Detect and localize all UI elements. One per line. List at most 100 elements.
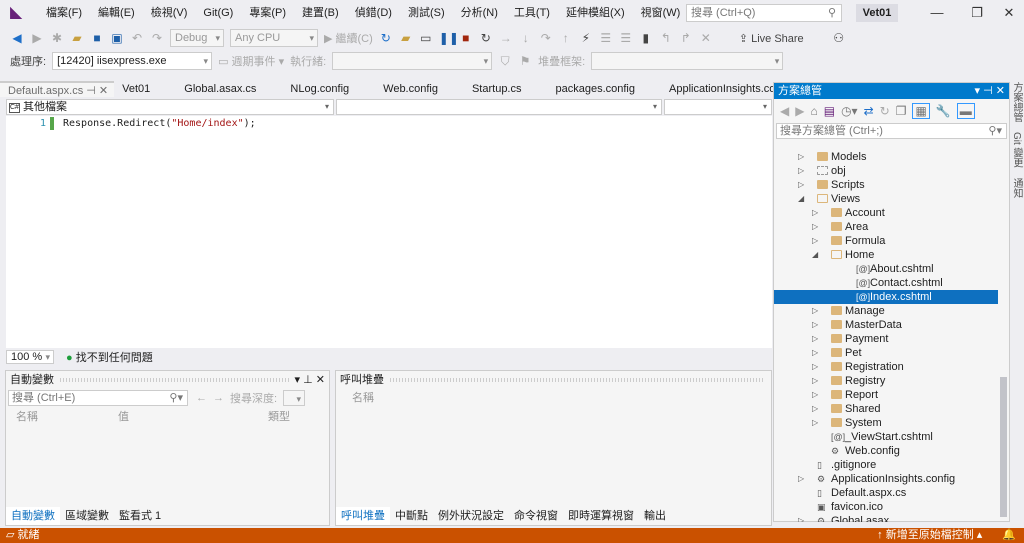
tree-item[interactable]: ▣ favicon.ico [774,500,998,514]
issues-status[interactable]: ● 找不到任何問題 [66,349,153,365]
tree-item[interactable]: ▷ System [774,416,998,430]
tree-item[interactable]: [@] Contact.cshtml [774,276,998,290]
expander-icon[interactable]: ▷ [798,164,804,178]
column-name[interactable]: 名稱 [336,389,771,407]
hot-reload-icon[interactable]: ⚡ [579,31,593,45]
show-next-statement-icon[interactable]: → [499,31,513,45]
close-window-button[interactable]: ✕ [994,3,1024,23]
feedback-icon[interactable]: ⚇ [832,31,846,45]
expander-icon[interactable]: ▷ [798,178,804,192]
type-select[interactable] [336,99,662,115]
close-icon[interactable]: ✕ [316,371,329,389]
expander-icon[interactable]: ▷ [812,374,818,388]
menu-item[interactable]: 視窗(W) [633,0,689,26]
refresh-icon[interactable]: ↻ [379,31,393,45]
panel-tab[interactable]: 區域變數 [60,507,114,525]
document-tab[interactable]: Web.config [375,81,464,97]
menu-item[interactable]: 工具(T) [506,0,558,26]
column-value[interactable]: 值 [118,408,129,426]
document-tab[interactable]: Startup.cs [464,81,548,97]
document-tab[interactable]: Global.asax.cs [176,81,282,97]
panel-tab[interactable]: 呼叫堆疊 [336,507,390,525]
back-icon[interactable]: ◀ [10,31,24,45]
restart-icon[interactable]: ↻ [479,31,493,45]
expander-icon[interactable]: ▷ [798,472,804,486]
pin-icon[interactable]: ⊣ [83,85,99,97]
process-select[interactable]: [12420] iisexpress.exe [52,52,213,70]
panel-tab[interactable]: 監看式 1 [114,507,166,525]
tree-item[interactable]: ▷ Scripts [774,178,998,192]
back-icon[interactable]: ◀ [780,104,789,118]
forward-arrow-icon[interactable]: → [213,392,224,404]
menu-item[interactable]: 偵錯(D) [347,0,400,26]
menu-item[interactable]: 檢視(V) [143,0,196,26]
step-out-icon[interactable]: ↑ [559,31,573,45]
tree-item[interactable]: ▷ MasterData [774,318,998,332]
back-arrow-icon[interactable]: ← [196,392,207,404]
panel-tab[interactable]: 例外狀況設定 [433,507,509,525]
side-tab[interactable]: 通知 [1011,178,1022,198]
expander-icon[interactable]: ◢ [812,248,818,262]
browser-icon[interactable]: ▭ [419,31,433,45]
tree-item[interactable]: ▷ Payment [774,332,998,346]
panel-tab[interactable]: 中斷點 [390,507,433,525]
minimize-button[interactable]: — [922,3,952,23]
panel-tab[interactable]: 即時運算視窗 [563,507,639,525]
prev-bookmark-icon[interactable]: ↰ [659,31,673,45]
dropdown-icon[interactable]: ▾ [975,83,981,99]
dropdown-icon[interactable]: ▾ [295,371,301,389]
panel-tab[interactable]: 自動變數 [6,507,60,525]
preview-icon[interactable]: ▬ [956,103,975,119]
comment-icon[interactable]: ☰ [599,31,613,45]
tree-item[interactable]: ▯ Default.aspx.cs [774,486,998,500]
expander-icon[interactable]: ▷ [812,360,818,374]
undo-icon[interactable]: ↶ [130,31,144,45]
tree-item[interactable]: ◢ Home [774,248,998,262]
step-into-icon[interactable]: ↓ [519,31,533,45]
expander-icon[interactable]: ▷ [798,150,804,164]
document-tab[interactable]: packages.config [548,81,662,97]
pin-icon[interactable]: ⊥ [303,371,313,389]
member-select[interactable] [664,99,772,115]
expander-icon[interactable]: ▷ [812,318,818,332]
menu-item[interactable]: 檔案(F) [38,0,90,26]
document-tab[interactable]: Default.aspx.cs ⊣ ✕ [0,81,115,97]
tree-item[interactable]: ⚙ Web.config [774,444,998,458]
thread-select[interactable] [332,52,493,70]
save-icon[interactable]: ■ [90,31,104,45]
menu-item[interactable]: 測試(S) [400,0,453,26]
tree-item[interactable]: ▷ Manage [774,304,998,318]
menu-item[interactable]: 專案(P) [241,0,294,26]
tree-item[interactable]: ▯ .gitignore [774,458,998,472]
menu-item[interactable]: 分析(N) [453,0,506,26]
flag-icon[interactable]: ⚑ [518,54,532,68]
open-folder-icon[interactable]: ▰ [70,31,84,45]
new-item-icon[interactable]: ✱ [50,31,64,45]
uncomment-icon[interactable]: ☰ [619,31,633,45]
redo-icon[interactable]: ↷ [150,31,164,45]
collapse-all-icon[interactable]: ❐ [896,104,907,118]
pause-icon[interactable]: ❚❚ [439,31,459,45]
side-tab[interactable]: 方案總管 [1011,82,1022,122]
switch-views-icon[interactable]: ▤ [824,104,835,118]
tree-item[interactable]: ▷ Registration [774,360,998,374]
pending-changes-filter-icon[interactable]: ◷▾ [841,104,858,118]
expander-icon[interactable]: ▷ [812,346,818,360]
tree-item[interactable]: ▷ Pet [774,346,998,360]
restore-button[interactable]: ❐ [962,3,992,23]
stack-frame-select[interactable] [591,52,784,70]
column-type[interactable]: 類型 [268,408,290,426]
expander-icon[interactable]: ▷ [812,304,818,318]
side-tab[interactable]: Git 變更 [1011,132,1022,168]
close-tab-icon[interactable]: ✕ [99,85,108,97]
zoom-select[interactable]: 100 % [6,349,54,364]
platform-select[interactable]: Any CPU [230,29,318,47]
home-icon[interactable]: ⌂ [810,104,817,118]
expander-icon[interactable]: ▷ [798,514,804,522]
expander-icon[interactable]: ▷ [812,388,818,402]
notifications-icon[interactable]: 🔔 [1002,528,1016,543]
forward-icon[interactable]: ▶ [30,31,44,45]
tree-item[interactable]: ▷ Area [774,220,998,234]
forward-icon[interactable]: ▶ [795,104,804,118]
tree-item[interactable]: [@] About.cshtml [774,262,998,276]
